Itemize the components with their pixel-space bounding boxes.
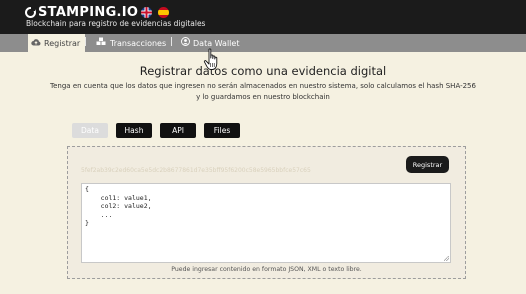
nav-separator: |	[84, 37, 88, 47]
hand-pointer-icon	[203, 48, 223, 72]
cloud-upload-icon	[31, 38, 41, 49]
nav-item-transacciones-label: Transacciones	[110, 38, 167, 48]
main-nav: Registrar | Transacciones | Data Wallet	[0, 34, 526, 52]
tab-api[interactable]: API	[160, 123, 196, 138]
tab-hash[interactable]: Hash	[116, 123, 152, 138]
nav-item-registrar-label: Registrar	[44, 38, 81, 48]
tagline: Blockchain para registro de evidencias d…	[26, 19, 206, 28]
data-input-panel: 5fef2ab39c2ed60ca5e5dc2b8677861d7e35bff9…	[67, 146, 466, 279]
nav-item-data-wallet-label: Data Wallet	[193, 38, 240, 48]
nav-item-transacciones[interactable]: Transacciones	[96, 34, 166, 52]
nav-item-registrar[interactable]: Registrar	[28, 34, 86, 52]
page-title: Registrar datos como una evidencia digit…	[139, 64, 387, 78]
logo-icon	[25, 6, 36, 18]
register-button[interactable]: Registrar	[406, 156, 449, 173]
data-textarea[interactable]: { col1: value1, col2: value2, ... }	[81, 183, 451, 263]
page-subtitle: Tenga en cuenta que los datos que ingres…	[50, 82, 476, 101]
format-hint: Puede ingresar contenido en formato JSON…	[171, 266, 362, 273]
tab-files[interactable]: Files	[204, 123, 240, 138]
brand-name: STAMPING.IO	[38, 4, 139, 20]
top-header: STAMPING.IO Blockchain para registro de …	[0, 0, 526, 34]
uk-flag-icon[interactable]	[141, 7, 152, 18]
spain-flag-icon[interactable]	[158, 7, 169, 18]
logo[interactable]: STAMPING.IO	[25, 4, 138, 20]
cubes-icon	[96, 37, 107, 49]
resize-handle-icon[interactable]	[444, 256, 449, 261]
user-circle-icon	[181, 37, 190, 49]
hash-value: 5fef2ab39c2ed60ca5e5dc2b8677861d7e35bff9…	[81, 167, 311, 174]
nav-separator: |	[170, 37, 174, 47]
tab-data[interactable]: Data	[72, 123, 108, 138]
textarea-content: { col1: value1, col2: value2, ... }	[85, 185, 152, 227]
